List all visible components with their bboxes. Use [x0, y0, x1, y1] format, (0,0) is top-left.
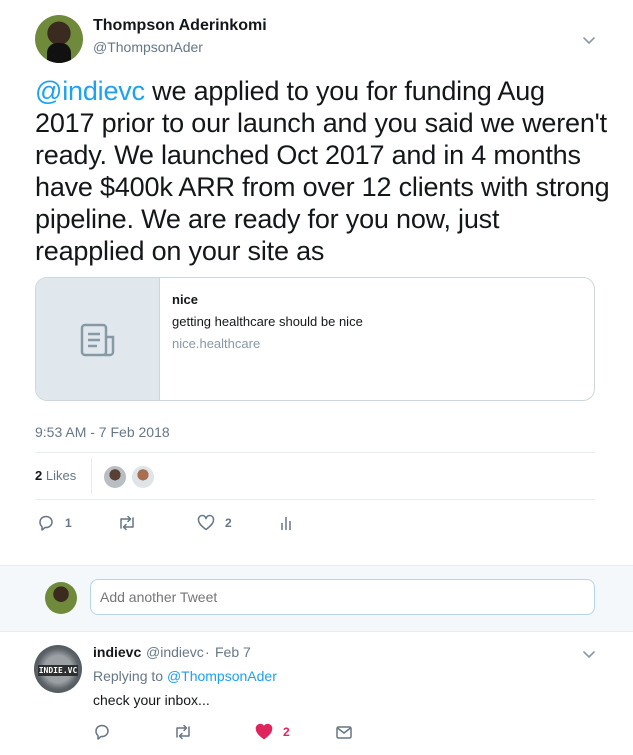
author-handle[interactable]: @ThompsonAder: [93, 39, 203, 55]
analytics-button[interactable]: [279, 514, 293, 532]
reply-text: check your inbox...: [93, 692, 210, 708]
tweet-text: @indievc we applied to you for funding A…: [35, 75, 610, 267]
user-avatar[interactable]: [45, 582, 77, 614]
retweet-icon: [120, 515, 134, 531]
card-description: getting healthcare should be nice: [172, 314, 363, 329]
like-count: 2: [283, 725, 290, 739]
mention-link[interactable]: @indievc: [35, 76, 145, 106]
add-tweet-input[interactable]: [90, 579, 595, 615]
retweet-button[interactable]: [173, 723, 193, 741]
indievc-logo: INDIE.VC: [38, 665, 78, 676]
reply-tweet: INDIE.VC indievc @indievc · Feb 7 Replyi…: [0, 632, 633, 755]
tweet-timestamp[interactable]: 9:53 AM - 7 Feb 2018: [35, 424, 170, 440]
replying-to-link[interactable]: @ThompsonAder: [167, 668, 277, 684]
likes-count[interactable]: 2 Likes: [35, 468, 76, 483]
heart-icon: [197, 514, 215, 531]
reply-author-handle[interactable]: @indievc: [146, 644, 204, 660]
like-button[interactable]: 2: [197, 514, 232, 532]
liker-avatar[interactable]: [103, 465, 127, 489]
likes-label: Likes: [45, 468, 77, 483]
reply-author-name[interactable]: indievc: [93, 644, 141, 660]
divider: [35, 452, 595, 453]
card-domain: nice.healthcare: [172, 336, 261, 351]
divider: [35, 499, 595, 500]
retweet-icon: [176, 724, 190, 740]
chevron-down-icon[interactable]: [581, 646, 597, 662]
document-icon: [80, 323, 115, 357]
card-title: nice: [172, 292, 199, 307]
author-avatar[interactable]: [35, 15, 83, 63]
likes-separator: [91, 458, 92, 494]
replying-to: Replying to @ThompsonAder: [93, 668, 277, 684]
chevron-down-icon[interactable]: [581, 32, 597, 48]
reply-separator: ·: [205, 644, 210, 660]
card-thumbnail: [36, 278, 160, 400]
author-name[interactable]: Thompson Aderinkomi: [93, 17, 267, 35]
reply-button[interactable]: 1: [37, 514, 72, 532]
like-button[interactable]: 2: [255, 723, 290, 741]
main-tweet: Thompson Aderinkomi @ThompsonAder @indie…: [0, 0, 633, 565]
likes-number: 2: [35, 468, 43, 483]
analytics-icon: [281, 517, 291, 530]
envelope-icon: [336, 726, 352, 739]
replying-prefix: Replying to: [93, 668, 167, 684]
reply-count: 1: [65, 516, 72, 530]
reply-button[interactable]: [93, 723, 111, 741]
link-card[interactable]: nice getting healthcare should be nice n…: [35, 277, 595, 401]
reply-box: [0, 565, 633, 632]
indievc-avatar[interactable]: INDIE.VC: [34, 645, 82, 693]
liker-avatar[interactable]: [131, 465, 155, 489]
direct-message-button[interactable]: [335, 723, 353, 741]
reply-icon: [95, 724, 109, 740]
reply-date[interactable]: Feb 7: [215, 644, 251, 660]
reply-icon: [39, 515, 53, 531]
heart-filled-icon: [255, 723, 273, 740]
retweet-button[interactable]: [117, 514, 147, 532]
like-count: 2: [225, 516, 232, 530]
